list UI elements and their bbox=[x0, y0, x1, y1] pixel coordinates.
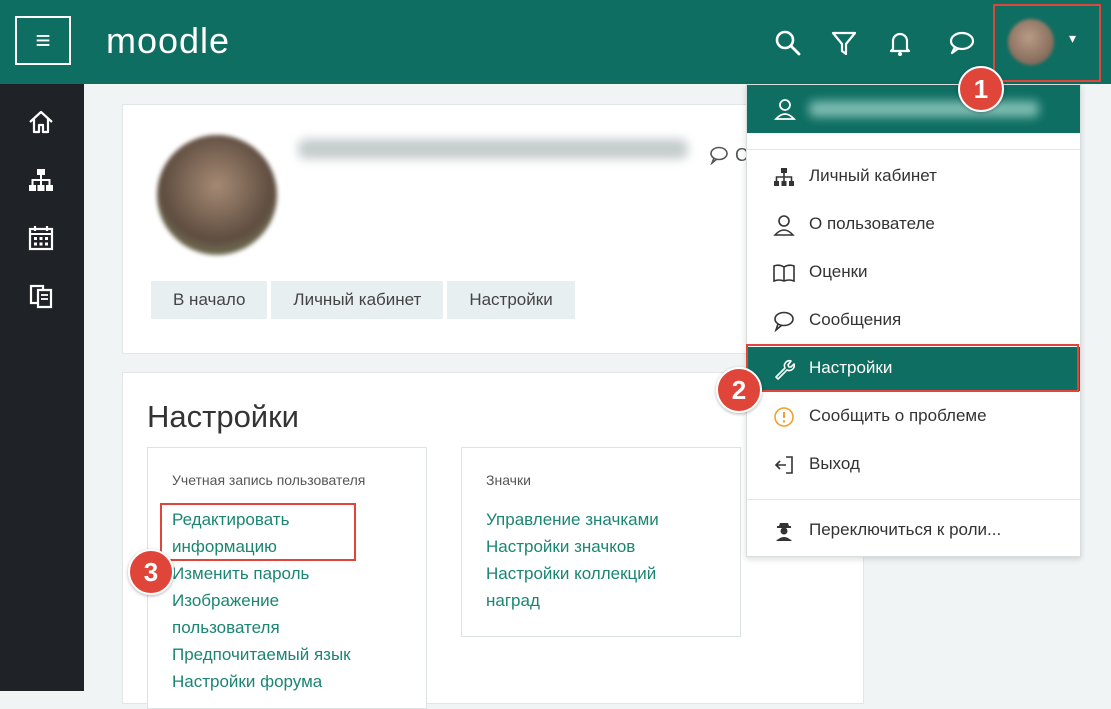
link-user-picture-2[interactable]: пользователя bbox=[172, 618, 280, 638]
chat-icon bbox=[774, 311, 794, 332]
hamburger-menu-button[interactable]: ≡ bbox=[15, 16, 71, 65]
page-title: Настройки bbox=[147, 399, 300, 434]
left-sidebar bbox=[0, 84, 84, 691]
user-full-name-blurred bbox=[298, 139, 688, 159]
user-icon bbox=[773, 215, 795, 236]
breadcrumb-dashboard[interactable]: Личный кабинет bbox=[271, 281, 444, 319]
user-menu-toggle[interactable]: ▾ bbox=[993, 4, 1101, 82]
menu-item-label: Личный кабинет bbox=[809, 166, 937, 185]
user-dropdown-menu: Личный кабинет О пользователе Оценки Соо… bbox=[746, 84, 1081, 557]
user-secret-icon bbox=[776, 523, 792, 541]
menu-item-report-problem[interactable]: Сообщить о проблеме bbox=[747, 395, 1080, 439]
calendar-icon[interactable] bbox=[27, 224, 55, 252]
profile-picture bbox=[157, 135, 277, 255]
badges-box-title: Значки bbox=[486, 472, 531, 488]
menu-item-label: Переключиться к роли... bbox=[809, 520, 1002, 539]
breadcrumb: В начало Личный кабинет Настройки bbox=[151, 281, 579, 319]
menu-item-label: Сообщить о проблеме bbox=[809, 406, 987, 425]
divider bbox=[747, 499, 1080, 500]
filter-icon[interactable] bbox=[829, 28, 859, 58]
menu-item-profile[interactable]: О пользователе bbox=[747, 203, 1080, 247]
moodle-logo[interactable]: moodle bbox=[106, 20, 230, 62]
home-icon[interactable] bbox=[27, 108, 55, 136]
sitemap-icon[interactable] bbox=[27, 166, 55, 194]
book-icon bbox=[773, 264, 795, 283]
breadcrumb-settings: Настройки bbox=[447, 281, 575, 319]
avatar bbox=[1008, 19, 1054, 65]
files-icon[interactable] bbox=[27, 282, 55, 310]
account-settings-box: Учетная запись пользователя Редактироват… bbox=[147, 447, 427, 709]
chevron-down-icon: ▾ bbox=[1069, 30, 1077, 46]
link-badge-preferences[interactable]: Настройки значков bbox=[486, 537, 635, 557]
search-icon[interactable] bbox=[773, 28, 803, 58]
account-box-title: Учетная запись пользователя bbox=[172, 472, 366, 488]
link-backpack-settings[interactable]: Настройки коллекций bbox=[486, 564, 656, 584]
logout-icon bbox=[774, 456, 793, 474]
menu-item-label: Выход bbox=[809, 454, 860, 473]
highlight-preferences bbox=[746, 344, 1079, 392]
divider bbox=[747, 149, 1080, 150]
menu-item-dashboard[interactable]: Личный кабинет bbox=[747, 155, 1080, 199]
link-change-password[interactable]: Изменить пароль bbox=[172, 564, 309, 584]
dropdown-user-header bbox=[747, 85, 1080, 133]
menu-item-grades[interactable]: Оценки bbox=[747, 251, 1080, 295]
menu-item-label: Сообщения bbox=[809, 310, 902, 329]
step-badge-2: 2 bbox=[716, 367, 762, 413]
warning-icon bbox=[774, 407, 794, 427]
highlight-edit-profile bbox=[160, 503, 356, 561]
menu-item-messages[interactable]: Сообщения bbox=[747, 299, 1080, 343]
link-forum-preferences[interactable]: Настройки форума bbox=[172, 672, 322, 692]
breadcrumb-home[interactable]: В начало bbox=[151, 281, 268, 319]
menu-item-label: О пользователе bbox=[809, 214, 935, 233]
top-navbar: ≡ moodle ▾ bbox=[0, 0, 1111, 84]
link-user-picture[interactable]: Изображение bbox=[172, 591, 279, 611]
step-badge-3: 3 bbox=[128, 549, 174, 595]
bell-icon[interactable] bbox=[885, 28, 915, 58]
chat-icon[interactable] bbox=[947, 28, 977, 58]
menu-item-logout[interactable]: Выход bbox=[747, 443, 1080, 487]
sitemap-icon bbox=[774, 168, 794, 186]
link-backpack-settings-2[interactable]: наград bbox=[486, 591, 540, 611]
link-manage-badges[interactable]: Управление значками bbox=[486, 510, 659, 530]
step-badge-1: 1 bbox=[958, 66, 1004, 112]
menu-item-switch-role[interactable]: Переключиться к роли... bbox=[747, 509, 1080, 553]
user-icon bbox=[774, 99, 796, 120]
message-icon[interactable] bbox=[709, 145, 729, 165]
badges-settings-box: Значки Управление значками Настройки зна… bbox=[461, 447, 741, 637]
menu-item-label: Оценки bbox=[809, 262, 868, 281]
user-name-blurred bbox=[809, 101, 1039, 117]
link-preferred-language[interactable]: Предпочитаемый язык bbox=[172, 645, 351, 665]
